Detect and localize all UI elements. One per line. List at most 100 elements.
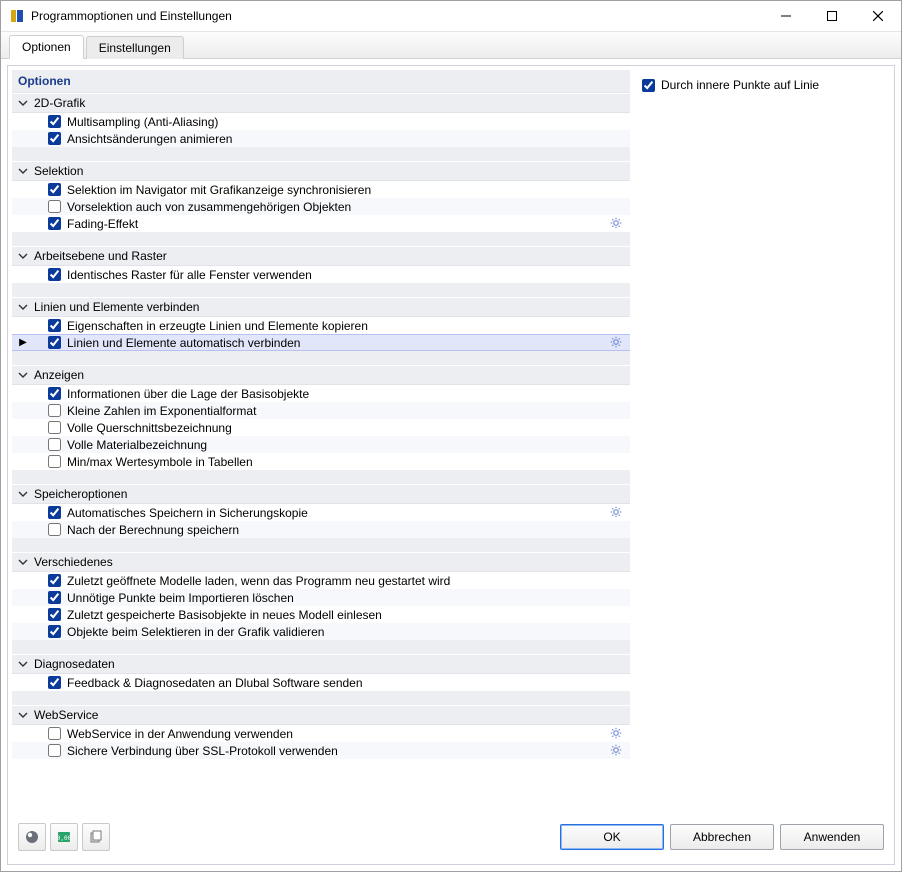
section-header-speicher[interactable]: Speicheroptionen <box>12 484 630 504</box>
option-row[interactable]: Nach der Berechnung speichern <box>12 521 630 538</box>
option-checkbox[interactable] <box>48 744 61 757</box>
option-row[interactable]: Eigenschaften in erzeugte Linien und Ele… <box>12 317 630 334</box>
section-header-diagnose[interactable]: Diagnosedaten <box>12 654 630 674</box>
section-header-webservice[interactable]: WebService <box>12 705 630 725</box>
chevron-down-icon[interactable] <box>16 487 30 501</box>
option-checkbox[interactable] <box>48 183 61 196</box>
ok-button[interactable]: OK <box>560 824 664 850</box>
option-checkbox[interactable] <box>48 727 61 740</box>
option-row[interactable]: Multisampling (Anti-Aliasing) <box>12 113 630 130</box>
maximize-button[interactable] <box>809 1 855 31</box>
option-checkbox[interactable] <box>48 336 61 349</box>
gear-icon[interactable] <box>610 744 624 758</box>
chevron-down-icon[interactable] <box>16 96 30 110</box>
tab-settings[interactable]: Einstellungen <box>86 36 184 59</box>
gear-icon[interactable] <box>610 336 624 350</box>
option-checkbox[interactable] <box>48 506 61 519</box>
option-row[interactable]: Min/max Wertesymbole in Tabellen <box>12 453 630 470</box>
gear-icon[interactable] <box>610 217 624 231</box>
section-gap <box>12 640 630 654</box>
option-row[interactable]: Informationen über die Lage der Basisobj… <box>12 385 630 402</box>
chevron-down-icon[interactable] <box>16 657 30 671</box>
option-row[interactable]: Objekte beim Selektieren in der Grafik v… <box>12 623 630 640</box>
chevron-down-icon[interactable] <box>16 300 30 314</box>
option-row[interactable]: Identisches Raster für alle Fenster verw… <box>12 266 630 283</box>
option-row[interactable]: Fading-Effekt <box>12 215 630 232</box>
option-row[interactable]: Zuletzt geöffnete Modelle laden, wenn da… <box>12 572 630 589</box>
option-row[interactable]: Volle Querschnittsbezeichnung <box>12 419 630 436</box>
option-row[interactable]: Ansichtsänderungen animieren <box>12 130 630 147</box>
chevron-down-icon[interactable] <box>16 164 30 178</box>
row-marker-icon: ▶ <box>16 337 30 348</box>
detail-checkbox[interactable] <box>642 79 655 92</box>
panel-header: Optionen <box>12 70 630 93</box>
option-checkbox[interactable] <box>48 217 61 230</box>
button-label: OK <box>603 830 620 844</box>
units-button[interactable]: 0,00 <box>50 823 78 851</box>
gear-icon[interactable] <box>610 506 624 520</box>
option-checkbox[interactable] <box>48 676 61 689</box>
option-label: Feedback & Diagnosedaten an Dlubal Softw… <box>67 676 630 690</box>
button-label: Anwenden <box>804 830 861 844</box>
chevron-down-icon[interactable] <box>16 249 30 263</box>
section-gap <box>12 538 630 552</box>
option-checkbox[interactable] <box>48 608 61 621</box>
option-checkbox[interactable] <box>48 455 61 468</box>
option-checkbox[interactable] <box>48 438 61 451</box>
section-header-grafik2d[interactable]: 2D-Grafik <box>12 93 630 113</box>
detail-label: Durch innere Punkte auf Linie <box>661 78 819 92</box>
gear-icon[interactable] <box>610 727 624 741</box>
option-label: Multisampling (Anti-Aliasing) <box>67 115 630 129</box>
option-checkbox[interactable] <box>48 132 61 145</box>
footer: 0,00 OK Abbrechen Anwenden <box>12 814 890 860</box>
option-label: Automatisches Speichern in Sicherungskop… <box>67 506 610 520</box>
option-checkbox[interactable] <box>48 319 61 332</box>
chevron-down-icon[interactable] <box>16 708 30 722</box>
section-title: Speicheroptionen <box>34 487 127 501</box>
option-row[interactable]: ▶Linien und Elemente automatisch verbind… <box>12 334 630 351</box>
section-header-linien[interactable]: Linien und Elemente verbinden <box>12 297 630 317</box>
section-title: 2D-Grafik <box>34 96 85 110</box>
minimize-button[interactable] <box>763 1 809 31</box>
option-label: Fading-Effekt <box>67 217 610 231</box>
option-row[interactable]: Volle Materialbezeichnung <box>12 436 630 453</box>
option-label: Volle Materialbezeichnung <box>67 438 630 452</box>
option-row[interactable]: Sichere Verbindung über SSL-Protokoll ve… <box>12 742 630 759</box>
chevron-down-icon[interactable] <box>16 368 30 382</box>
option-row[interactable]: Unnötige Punkte beim Importieren löschen <box>12 589 630 606</box>
cancel-button[interactable]: Abbrechen <box>670 824 774 850</box>
option-label: Kleine Zahlen im Exponentialformat <box>67 404 630 418</box>
option-row[interactable]: Automatisches Speichern in Sicherungskop… <box>12 504 630 521</box>
option-row[interactable]: Vorselektion auch von zusammengehörigen … <box>12 198 630 215</box>
close-button[interactable] <box>855 1 901 31</box>
option-row[interactable]: Selektion im Navigator mit Grafikanzeige… <box>12 181 630 198</box>
option-checkbox[interactable] <box>48 574 61 587</box>
chevron-down-icon[interactable] <box>16 555 30 569</box>
option-checkbox[interactable] <box>48 421 61 434</box>
help-button[interactable] <box>18 823 46 851</box>
tab-options[interactable]: Optionen <box>9 35 84 59</box>
option-checkbox[interactable] <box>48 625 61 638</box>
option-checkbox[interactable] <box>48 115 61 128</box>
option-checkbox[interactable] <box>48 387 61 400</box>
section-gap <box>12 470 630 484</box>
option-checkbox[interactable] <box>48 268 61 281</box>
apply-button[interactable]: Anwenden <box>780 824 884 850</box>
option-label: Identisches Raster für alle Fenster verw… <box>67 268 630 282</box>
section-header-selektion[interactable]: Selektion <box>12 161 630 181</box>
option-checkbox[interactable] <box>48 404 61 417</box>
option-row[interactable]: Zuletzt gespeicherte Basisobjekte in neu… <box>12 606 630 623</box>
option-checkbox[interactable] <box>48 523 61 536</box>
option-row[interactable]: Kleine Zahlen im Exponentialformat <box>12 402 630 419</box>
section-header-arbeitsebene[interactable]: Arbeitsebene und Raster <box>12 246 630 266</box>
option-checkbox[interactable] <box>48 591 61 604</box>
app-icon <box>9 8 25 24</box>
section-header-anzeigen[interactable]: Anzeigen <box>12 365 630 385</box>
svg-text:0,00: 0,00 <box>57 835 72 842</box>
reset-button[interactable] <box>82 823 110 851</box>
option-row[interactable]: Feedback & Diagnosedaten an Dlubal Softw… <box>12 674 630 691</box>
section-header-verschiedenes[interactable]: Verschiedenes <box>12 552 630 572</box>
option-row[interactable]: WebService in der Anwendung verwenden <box>12 725 630 742</box>
option-checkbox[interactable] <box>48 200 61 213</box>
options-tree[interactable]: 2D-GrafikMultisampling (Anti-Aliasing)An… <box>12 93 630 814</box>
